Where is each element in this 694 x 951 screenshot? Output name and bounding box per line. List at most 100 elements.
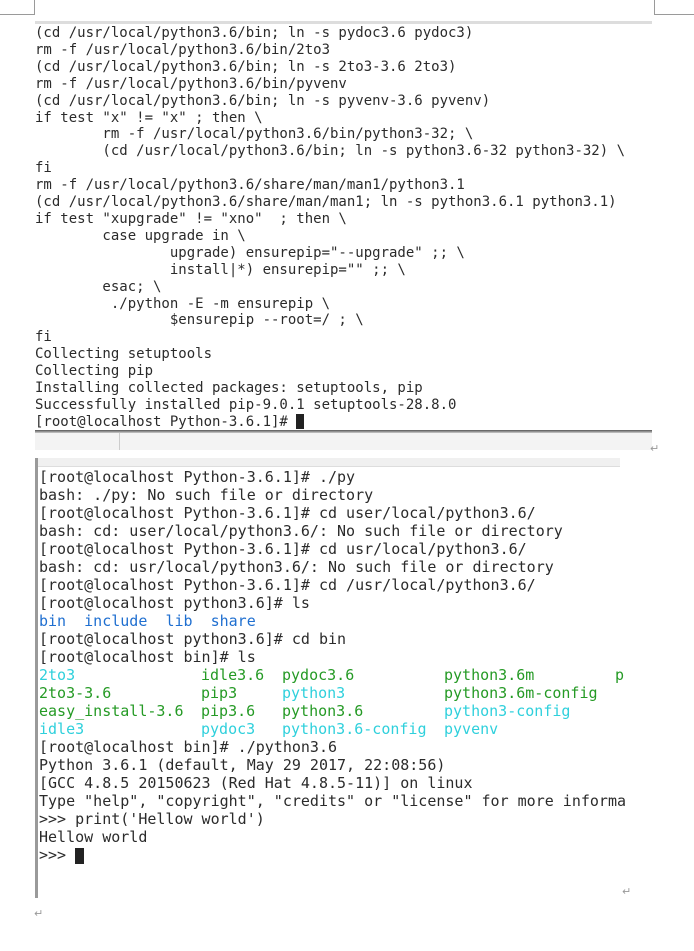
terminal-line: [root@localhost Python-3.6.1]# ./py [39, 468, 660, 486]
terminal-screenshot-bottom: [root@localhost Python-3.6.1]# ./py bash:… [39, 468, 660, 864]
ls-entry-link: pyvenv [444, 720, 499, 738]
ls-output-row: idle3 pydoc3 python3.6-config pyvenv [39, 720, 660, 738]
screenshot-bottom-left-border [35, 458, 38, 898]
terminal-line: (cd /usr/local/python3.6/share/man/man1;… [35, 194, 625, 211]
line-text: ./python -E -m ensurepip \ [35, 295, 331, 312]
line-text: (cd /usr/local/python3.6/share/man/man1;… [35, 194, 617, 211]
terminal-line: Type "help", "copyright", "credits" or "… [39, 792, 660, 810]
line-text: [root@localhost Python-3.6.1]# ./py [39, 468, 356, 486]
line-text: fi [35, 160, 52, 177]
ls-entry-link: pydoc3 [201, 720, 256, 738]
line-text: if test "x" != "x" ; then \ [35, 109, 263, 126]
line-text: (cd /usr/local/python3.6/bin; ln -s 2to3… [35, 58, 457, 75]
paragraph-mark: ↵ [622, 885, 632, 898]
screenshot-bottom-top-strip [37, 458, 620, 467]
line-text: Type "help", "copyright", "credits" or "… [39, 792, 626, 810]
screenshot-top-edge [35, 21, 652, 24]
page-corner-top-right [654, 0, 694, 15]
line-text: (cd /usr/local/python3.6/bin; ln -s pyth… [35, 143, 626, 160]
terminal-line: upgrade) ensurepip="--upgrade" ;; \ [35, 245, 625, 262]
line-text: [root@localhost python3.6]# ls [39, 594, 310, 612]
line-text: rm -f /usr/local/python3.6/bin/pyvenv [35, 75, 347, 92]
line-text: bash: ./py: No such file or directory [39, 486, 374, 504]
terminal-line: if test "x" != "x" ; then \ [35, 110, 625, 127]
line-text: >>> print('Hellow world') [39, 810, 265, 828]
ls-entry-dir: lib [165, 612, 193, 630]
line-text: $ensurepip --root=/ ; \ [35, 312, 364, 329]
terminal-line: rm -f /usr/local/python3.6/bin/2to3 [35, 42, 625, 59]
line-text: Collecting setuptools [35, 346, 213, 363]
terminal-line: [root@localhost python3.6]# ls [39, 594, 660, 612]
ls-entry-link: python3-config [444, 702, 571, 720]
ls-entry-exe: python3.6m-config [444, 684, 598, 702]
line-text: [root@localhost python3.6]# cd bin [39, 630, 347, 648]
line-text: rm -f /usr/local/python3.6/share/man/man… [35, 177, 465, 194]
paragraph-mark: ↵ [34, 907, 44, 920]
line-text: [GCC 4.8.5 20150623 (Red Hat 4.8.5-11)] … [39, 774, 473, 792]
terminal-line: >>> [39, 846, 660, 864]
terminal-cursor [296, 414, 305, 430]
terminal-line: case upgrade in \ [35, 228, 625, 245]
ls-entry-exe: idle3.6 [201, 666, 265, 684]
terminal-line: fi [35, 160, 625, 177]
terminal-line: (cd /usr/local/python3.6/bin; ln -s pyve… [35, 93, 625, 110]
ls-output-row: 2to3-3.6 pip3 python3 python3.6m-config [39, 684, 660, 702]
terminal-line: esac; \ [35, 279, 625, 296]
terminal-line: if test "xupgrade" != "xno" ; then \ [35, 211, 625, 228]
page-corner-top-left [0, 0, 35, 15]
line-text: fi [35, 329, 52, 346]
terminal-line: (cd /usr/local/python3.6/bin; ln -s 2to3… [35, 59, 625, 76]
terminal-line: Installing collected packages: setuptool… [35, 380, 625, 397]
line-text: upgrade) ensurepip="--upgrade" ;; \ [35, 244, 465, 261]
terminal-line: rm -f /usr/local/python3.6/share/man/man… [35, 177, 625, 194]
ls-entry-exe: pydoc3.6 [282, 666, 355, 684]
terminal-line: [root@localhost python3.6]# cd bin [39, 630, 660, 648]
terminal-line: (cd /usr/local/python3.6/bin; ln -s pyth… [35, 143, 625, 160]
line-text: esac; \ [35, 278, 162, 295]
ls-entry-link: python3.6-config [282, 720, 427, 738]
screenshot-top-bottom-strip [35, 433, 652, 450]
line-text: (cd /usr/local/python3.6/bin; ln -s pyve… [35, 92, 491, 109]
line-text: Successfully installed pip-9.0.1 setupto… [35, 396, 457, 413]
terminal-line: (cd /usr/local/python3.6/bin; ln -s pydo… [35, 25, 625, 42]
ls-entry-dir: bin [39, 612, 67, 630]
line-text: Installing collected packages: setuptool… [35, 380, 423, 397]
ls-entry-link: python3 [282, 684, 346, 702]
ls-entry-dir: include [84, 612, 148, 630]
terminal-screenshot-top: (cd /usr/local/python3.6/bin; ln -s pydo… [35, 25, 625, 431]
terminal-line: Successfully installed pip-9.0.1 setupto… [35, 397, 625, 414]
terminal-line: $ensurepip --root=/ ; \ [35, 312, 625, 329]
line-text: [root@localhost bin]# ls [39, 648, 256, 666]
ls-entry-exe: easy_install-3.6 [39, 702, 184, 720]
terminal-line: [root@localhost Python-3.6.1]# [35, 414, 625, 431]
ls-entry-exe: 2to3-3.6 [39, 684, 112, 702]
line-text: Collecting pip [35, 363, 154, 380]
ls-entry-dir: share [210, 612, 256, 630]
terminal-line: rm -f /usr/local/python3.6/bin/python3-3… [35, 126, 625, 143]
ls-entry-link: 2to3 [39, 666, 76, 684]
line-text: >>> [39, 846, 76, 864]
terminal-line: [root@localhost Python-3.6.1]# cd user/l… [39, 504, 660, 522]
line-text: (cd /usr/local/python3.6/bin; ln -s pydo… [35, 25, 474, 41]
terminal-line: Hellow world [39, 828, 660, 846]
line-text: [root@localhost Python-3.6.1]# [35, 413, 297, 430]
ls-output-row: easy_install-3.6 pip3.6 python3.6 python3-c… [39, 702, 660, 720]
line-text: rm -f /usr/local/python3.6/bin/2to3 [35, 41, 331, 58]
ls-entry-exe: pip3.6 [201, 702, 256, 720]
ls-entry-exe: pip3 [201, 684, 238, 702]
terminal-line: fi [35, 329, 625, 346]
terminal-line: Collecting setuptools [35, 346, 625, 363]
terminal-line: [root@localhost bin]# ./python3.6 [39, 738, 660, 756]
line-text: [root@localhost Python-3.6.1]# cd usr/lo… [39, 540, 527, 558]
strip-divider [119, 433, 120, 450]
terminal-line: Python 3.6.1 (default, May 29 2017, 22:0… [39, 756, 660, 774]
ls-output-dirs: bin include lib share [39, 612, 660, 630]
line-text: Python 3.6.1 (default, May 29 2017, 22:0… [39, 756, 446, 774]
ls-entry-exe: python3.6 [282, 702, 364, 720]
terminal-line: [root@localhost Python-3.6.1]# cd /usr/l… [39, 576, 660, 594]
terminal-line: [GCC 4.8.5 20150623 (Red Hat 4.8.5-11)] … [39, 774, 660, 792]
line-text: [root@localhost Python-3.6.1]# cd user/l… [39, 504, 536, 522]
ls-output-row: 2to3 idle3.6 pydoc3.6 python3.6m p [39, 666, 660, 684]
line-text: if test "xupgrade" != "xno" ; then \ [35, 210, 347, 227]
terminal-line: >>> print('Hellow world') [39, 810, 660, 828]
